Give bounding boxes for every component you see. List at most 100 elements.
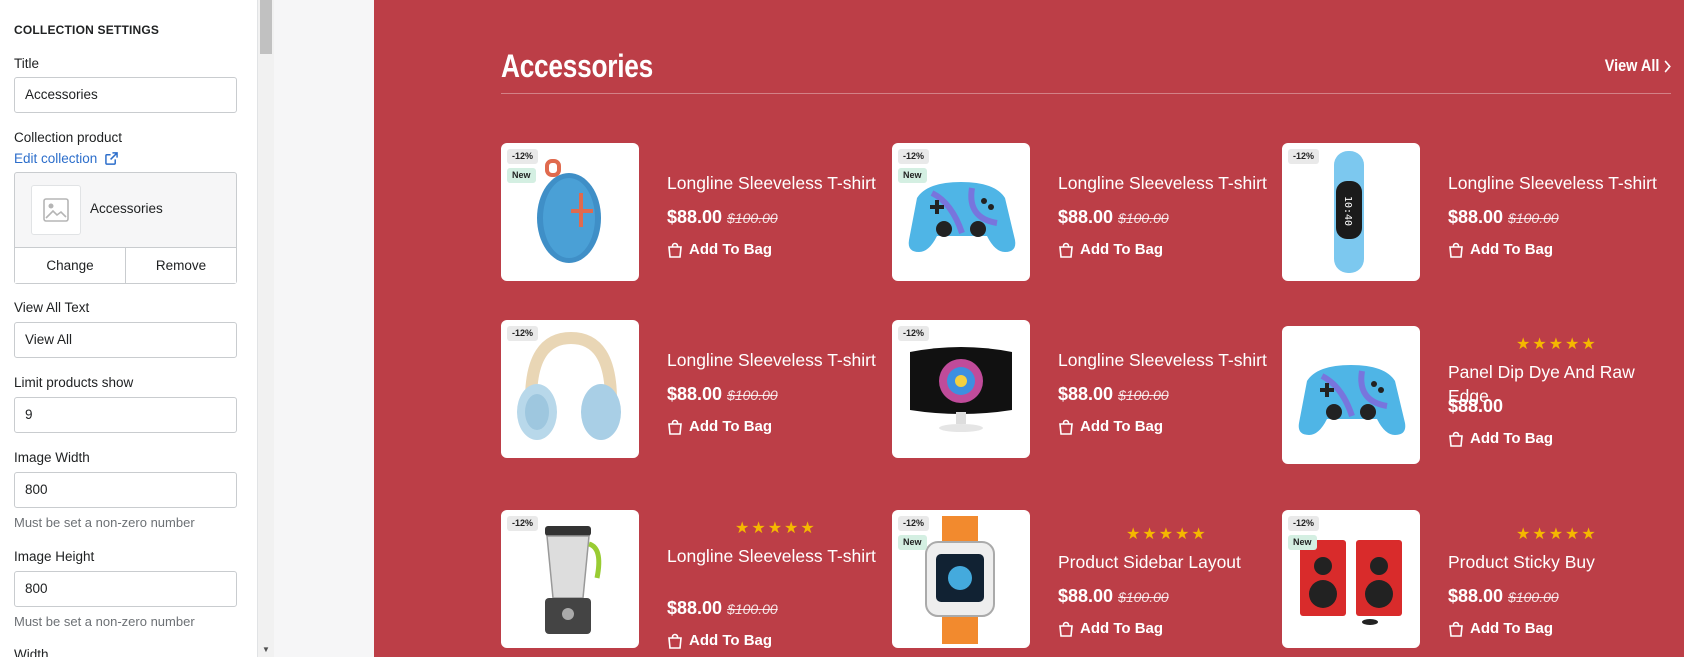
svg-text:10:40: 10:40	[1342, 196, 1353, 226]
edit-collection-text: Edit collection	[14, 151, 98, 166]
product-image[interactable]: -12% New	[892, 143, 1030, 281]
compare-price: $100.00	[1118, 589, 1169, 605]
product-card[interactable]: 10:40 -12% Longline Sleeveless T-shirt $88.…	[1282, 143, 1662, 283]
app-root: COLLECTION SETTINGS Title Accessories Co…	[0, 0, 1684, 657]
image-placeholder-icon	[31, 185, 81, 235]
product-image[interactable]: 10:40 -12%	[1282, 143, 1420, 281]
product-info: Longline Sleeveless T-shirt $88.00 $100.00…	[1058, 320, 1278, 460]
add-to-bag-label: Add To Bag	[1470, 620, 1554, 637]
section-heading: Accessories	[501, 48, 653, 84]
add-to-bag-button[interactable]: Add To Bag	[1448, 430, 1553, 447]
image-width-input[interactable]: 800	[14, 472, 237, 508]
product-image[interactable]: -12%	[892, 320, 1030, 458]
product-card[interactable]: -12% New Longline Sleeveless T-shirt $88.00…	[892, 143, 1272, 283]
price-row: $88.00 $100.00	[1058, 586, 1169, 607]
product-card[interactable]: -12% New Longline Sleeveless T-shirt $88.00…	[501, 143, 881, 283]
add-to-bag-label: Add To Bag	[1080, 620, 1164, 637]
add-to-bag-button[interactable]: Add To Bag	[667, 418, 772, 435]
add-to-bag-button[interactable]: Add To Bag	[667, 632, 772, 649]
product-price: $88.00	[667, 207, 723, 227]
product-title[interactable]: Product Sidebar Layout	[1058, 550, 1272, 574]
product-info: ★★★★★ Product Sticky Buy $88.00 $100.00 Add …	[1448, 510, 1668, 650]
add-to-bag-button[interactable]: Add To Bag	[1058, 620, 1163, 637]
product-info: ★★★★★ Product Sidebar Layout $88.00 $100.00…	[1058, 510, 1278, 650]
product-card[interactable]: -12% ★★★★★ Longline Sleeveless T-shirt $88.…	[501, 510, 881, 650]
compare-price: $100.00	[727, 601, 778, 617]
product-card[interactable]: -12% New ★★★★★ Product Sticky Buy $88.00 $100…	[1282, 510, 1662, 650]
product-image[interactable]: -12% New	[1282, 510, 1420, 648]
collection-picker: Accessories Change Remove	[14, 172, 237, 284]
collection-actions: Change Remove	[15, 247, 236, 283]
sale-badge: -12%	[1288, 516, 1320, 531]
scrollbar-thumb[interactable]	[260, 0, 272, 54]
product-card[interactable]: -12% New ★★★★★ Product Sidebar Layout $88.00…	[892, 510, 1272, 650]
external-link-icon	[105, 152, 119, 165]
edit-collection-link[interactable]: Edit collection	[14, 151, 119, 166]
panel-scrollbar[interactable]: ▼	[258, 0, 274, 657]
add-to-bag-button[interactable]: Add To Bag	[1058, 241, 1163, 258]
bag-icon	[1448, 621, 1464, 637]
new-badge: New	[507, 168, 536, 183]
add-to-bag-label: Add To Bag	[1080, 241, 1164, 258]
sale-badge: -12%	[898, 326, 930, 341]
gamepad-icon	[1282, 326, 1420, 464]
add-to-bag-button[interactable]: Add To Bag	[1058, 418, 1163, 435]
limit-input[interactable]: 9	[14, 397, 237, 433]
add-to-bag-label: Add To Bag	[1470, 241, 1554, 258]
view-all-link[interactable]: View All	[1604, 56, 1671, 76]
product-image[interactable]: -12%	[501, 510, 639, 648]
view-all-text: View All	[1604, 56, 1660, 75]
product-image[interactable]: -12% New	[501, 143, 639, 281]
title-label: Title	[14, 56, 40, 71]
image-width-help: Must be set a non-zero number	[14, 515, 195, 530]
product-title[interactable]: Product Sticky Buy	[1448, 550, 1662, 574]
add-to-bag-button[interactable]: Add To Bag	[1448, 241, 1553, 258]
compare-price: $100.00	[1118, 387, 1169, 403]
remove-button[interactable]: Remove	[125, 248, 236, 283]
view-all-text-input[interactable]: View All	[14, 322, 237, 358]
product-image[interactable]: -12%	[501, 320, 639, 458]
compare-price: $100.00	[1508, 589, 1559, 605]
compare-price: $100.00	[727, 210, 778, 226]
product-card[interactable]: -12% Longline Sleeveless T-shirt $88.00 $10…	[892, 320, 1272, 460]
product-title[interactable]: Longline Sleeveless T-shirt	[667, 171, 881, 195]
product-info: Longline Sleeveless T-shirt $88.00 $100.00…	[1058, 143, 1278, 283]
rating-stars: ★★★★★	[735, 520, 817, 537]
product-info: Longline Sleeveless T-shirt $88.00 $100.00…	[667, 143, 887, 283]
sale-badge: -12%	[507, 516, 539, 531]
product-title[interactable]: Longline Sleeveless T-shirt	[667, 348, 881, 372]
product-title[interactable]: Longline Sleeveless T-shirt	[667, 544, 881, 568]
product-title[interactable]: Longline Sleeveless T-shirt	[1448, 171, 1662, 195]
product-price: $88.00	[1448, 396, 1504, 416]
product-price: $88.00	[1058, 207, 1114, 227]
product-info: Longline Sleeveless T-shirt $88.00 $100.00…	[667, 320, 887, 460]
collection-name: Accessories	[90, 201, 163, 216]
product-price: $88.00	[667, 598, 723, 618]
product-price: $88.00	[1058, 384, 1114, 404]
add-to-bag-button[interactable]: Add To Bag	[1448, 620, 1553, 637]
product-title[interactable]: Longline Sleeveless T-shirt	[1058, 348, 1272, 372]
price-row: $88.00 $100.00	[1448, 586, 1559, 607]
price-row: $88.00 $100.00	[1448, 207, 1559, 228]
product-title[interactable]: Longline Sleeveless T-shirt	[1058, 171, 1272, 195]
rating-stars: ★★★★★	[1126, 526, 1208, 543]
image-height-input[interactable]: 800	[14, 571, 237, 607]
add-to-bag-button[interactable]: Add To Bag	[667, 241, 772, 258]
price-row: $88.00 $100.00	[667, 207, 778, 228]
product-card[interactable]: ★★★★★ Panel Dip Dye And Raw Edge $88.00 Add…	[1282, 320, 1662, 464]
product-image[interactable]: -12% New	[892, 510, 1030, 648]
product-card[interactable]: -12% Longline Sleeveless T-shirt $88.00 $10…	[501, 320, 881, 460]
collection-label: Collection product	[14, 130, 123, 145]
new-badge: New	[1288, 535, 1317, 550]
scroll-down-icon[interactable]: ▼	[261, 645, 271, 655]
price-row: $88.00	[1448, 396, 1503, 417]
new-badge: New	[898, 168, 927, 183]
sale-badge: -12%	[1288, 149, 1320, 164]
product-info: Longline Sleeveless T-shirt $88.00 $100.00…	[1448, 143, 1668, 283]
title-input[interactable]: Accessories	[14, 77, 237, 113]
product-image[interactable]	[1282, 326, 1420, 464]
change-button[interactable]: Change	[15, 248, 125, 283]
bag-icon	[1448, 431, 1464, 447]
price-row: $88.00 $100.00	[667, 384, 778, 405]
compare-price: $100.00	[1118, 210, 1169, 226]
